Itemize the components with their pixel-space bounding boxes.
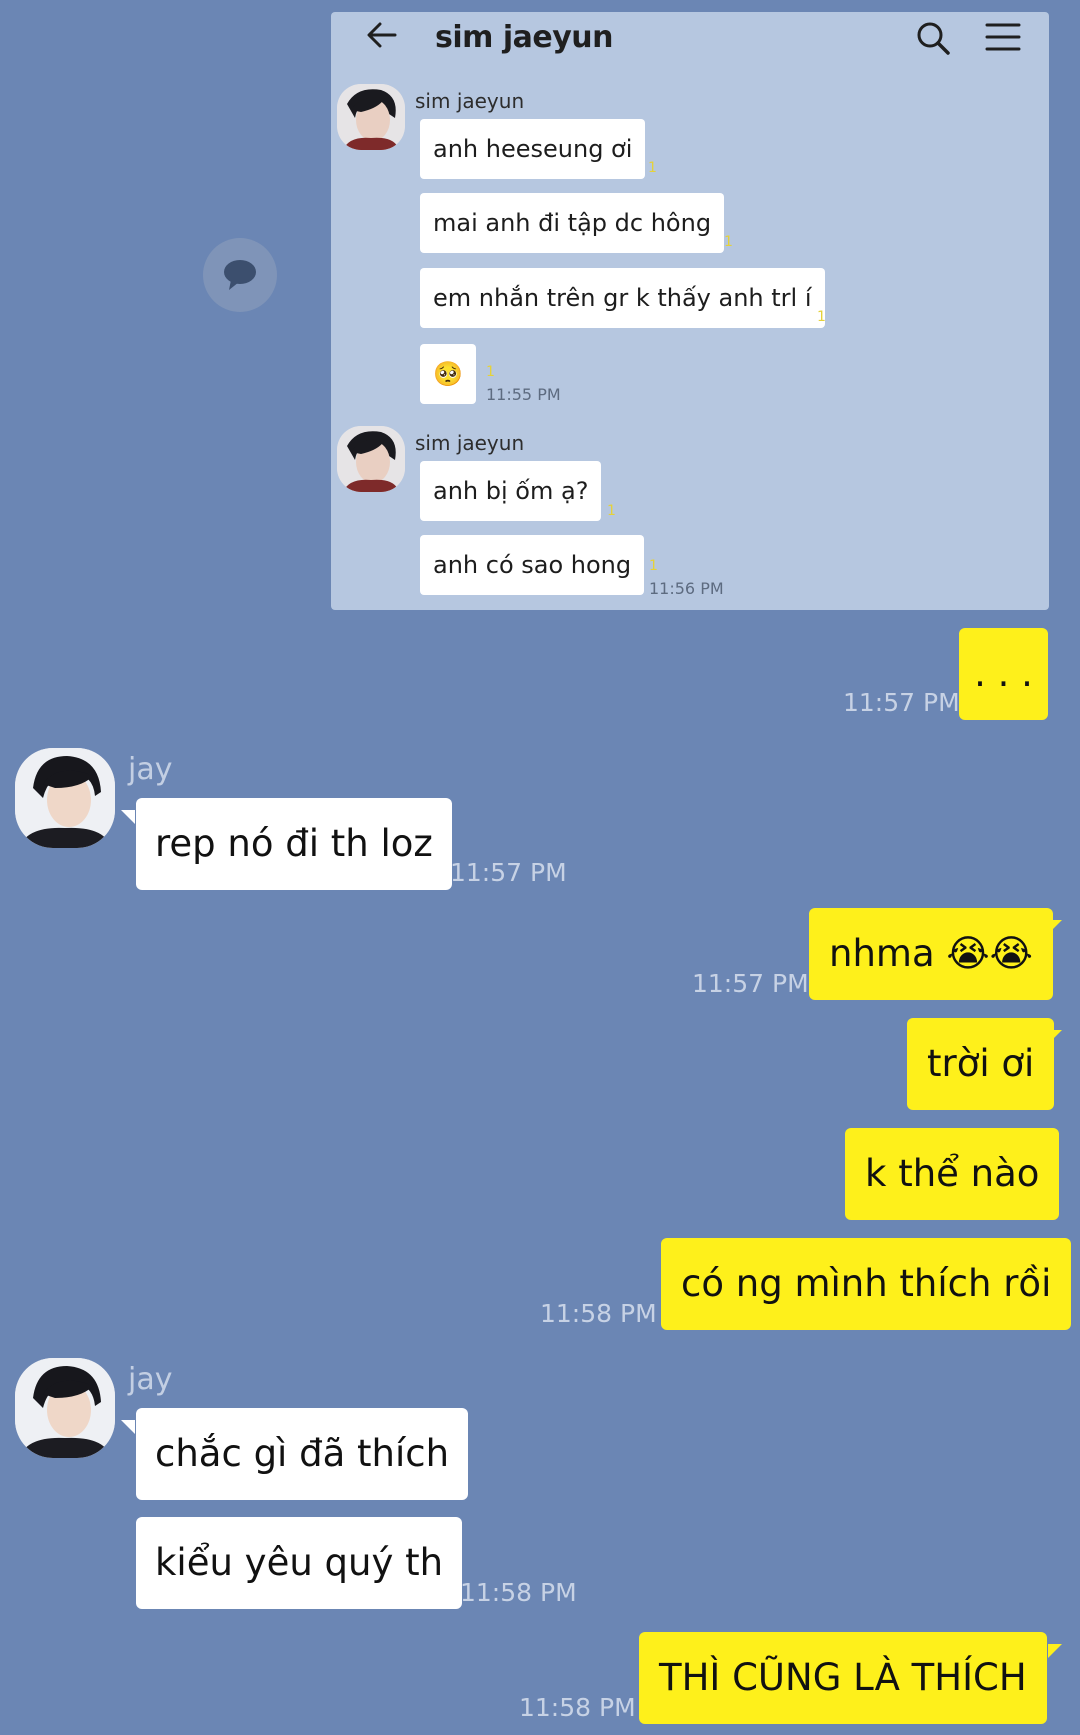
message-bubble[interactable]: anh có sao hong xyxy=(420,535,645,595)
speech-bubble-icon xyxy=(224,260,256,290)
message-time: 11:57 PM xyxy=(692,969,809,998)
message-time: 11:58 PM xyxy=(540,1299,657,1328)
share-button[interactable] xyxy=(203,238,277,312)
message-bubble[interactable]: anh bị ốm ạ? xyxy=(420,461,602,521)
sender-name: sim jaeyun xyxy=(415,89,525,113)
my-message-bubble[interactable]: nhma 😭😭 xyxy=(809,908,1053,1000)
message-time: 11:56 PM xyxy=(649,579,724,598)
read-count: 1 xyxy=(817,309,826,325)
sender-name: jay xyxy=(128,752,173,787)
embedded-title: sim jaeyun xyxy=(435,20,614,55)
bubble-tail xyxy=(121,810,135,824)
bubble-tail xyxy=(1048,1030,1062,1044)
message-time: 11:55 PM xyxy=(486,385,561,404)
sender-name: sim jaeyun xyxy=(415,431,525,455)
message-time: 11:58 PM xyxy=(519,1693,636,1722)
read-count: 1 xyxy=(486,364,495,380)
my-message-bubble[interactable]: có ng mình thích rồi xyxy=(661,1238,1072,1330)
my-message-bubble[interactable]: . . . xyxy=(959,628,1048,720)
message-time: 11:57 PM xyxy=(843,688,960,717)
bubble-tail xyxy=(1048,1644,1062,1658)
emoji-message[interactable]: 🥺 xyxy=(420,344,476,404)
avatar-jay xyxy=(15,1358,115,1458)
message-time: 11:58 PM xyxy=(460,1578,577,1607)
my-message-bubble[interactable]: k thể nào xyxy=(845,1128,1060,1220)
arrow-left-icon xyxy=(367,22,397,48)
bubble-tail xyxy=(121,1420,135,1434)
hamburger-menu-icon xyxy=(985,23,1021,51)
read-count: 1 xyxy=(724,234,733,250)
avatar xyxy=(337,426,405,492)
embedded-chat-screenshot: sim jaeyun sim jaeyun anh heeseung ơi 1 … xyxy=(331,12,1049,610)
embedded-header: sim jaeyun xyxy=(331,12,1049,60)
my-message-bubble[interactable]: THÌ CŨNG LÀ THÍCH xyxy=(639,1632,1047,1724)
avatar-jay xyxy=(15,748,115,848)
search-icon xyxy=(917,22,950,55)
bubble-tail xyxy=(1048,920,1062,934)
their-message-bubble[interactable]: chắc gì đã thích xyxy=(136,1408,469,1500)
their-message-bubble[interactable]: rep nó đi th loz xyxy=(136,798,452,890)
read-count: 1 xyxy=(649,558,658,574)
read-count: 1 xyxy=(648,160,657,176)
message-bubble[interactable]: mai anh đi tập dc hông xyxy=(420,193,725,253)
their-message-bubble[interactable]: kiểu yêu quý th xyxy=(136,1517,463,1609)
message-bubble[interactable]: anh heeseung ơi xyxy=(420,119,646,179)
avatar xyxy=(337,84,405,150)
my-message-bubble[interactable]: trời ơi xyxy=(907,1018,1055,1110)
message-time: 11:57 PM xyxy=(450,858,567,887)
read-count: 1 xyxy=(607,503,616,519)
sender-name: jay xyxy=(128,1362,173,1397)
message-bubble[interactable]: em nhắn trên gr k thấy anh trl í xyxy=(420,268,825,328)
